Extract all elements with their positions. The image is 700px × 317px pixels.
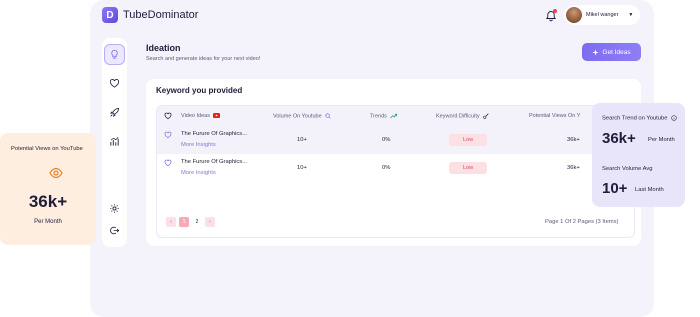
sidebar-item-settings[interactable] [104, 198, 125, 219]
get-ideas-label: Get Ideas [602, 48, 631, 56]
search-volume-label: Search Volume Avg [602, 166, 653, 172]
page-button-2[interactable]: 2 [192, 217, 202, 227]
next-page-button[interactable]: › [205, 217, 215, 227]
column-header-volume: Volume On Youtube [273, 113, 331, 119]
heart-icon[interactable] [164, 159, 172, 167]
pagination: ‹ 1 2 › [166, 217, 215, 227]
search-volume-period: Last Month [635, 187, 664, 193]
search-trend-card: Search Trend on Youtube 36k+ Per Month S… [592, 103, 685, 207]
app-window: D TubeDominator Mikel wanger ▼ Ideation … [90, 0, 654, 317]
notification-bell-icon[interactable] [545, 9, 557, 22]
more-insights-link[interactable]: More Insights [181, 170, 216, 176]
sidebar [102, 38, 127, 247]
key-icon [483, 113, 489, 119]
top-bar: D TubeDominator Mikel wanger ▼ [90, 0, 654, 30]
difficulty-badge: Low [449, 162, 487, 174]
pagination-info: Page 1 Of 2 Pages (3 Items) [545, 219, 619, 225]
card-title: Keyword you provided [156, 86, 243, 95]
page-subtitle: Search and generate ideas for your next … [146, 56, 261, 62]
page-button-1[interactable]: 1 [179, 217, 189, 227]
potential-views-value: 36k+ [567, 137, 580, 143]
column-header-trends: Trends [370, 113, 398, 120]
notification-dot [553, 9, 557, 13]
potential-views-card: Potential Views on YouTube 36k+ Per Mont… [0, 133, 96, 245]
sidebar-item-logout[interactable] [104, 220, 125, 241]
potential-views-value: 36k+ [567, 165, 580, 171]
prev-page-button[interactable]: ‹ [166, 217, 176, 227]
gear-icon [110, 204, 119, 213]
video-idea-title: The Furure Of Graphics... [181, 159, 248, 165]
eye-icon [49, 167, 63, 179]
heart-icon[interactable] [164, 131, 172, 139]
youtube-icon [213, 113, 221, 118]
column-header-label: Keyword Difficulty [436, 113, 480, 120]
column-header-label: Video Ideas [181, 113, 210, 119]
column-header-video-ideas: Video Ideas [181, 113, 221, 119]
brand-logo[interactable]: D TubeDominator [102, 7, 198, 23]
table-header: Video Ideas Volume On Youtube Trends Key… [157, 106, 634, 126]
heart-icon[interactable] [164, 112, 172, 120]
get-ideas-button[interactable]: Get Ideas [582, 43, 641, 61]
sidebar-item-boost[interactable] [104, 102, 125, 123]
difficulty-badge: Low [449, 134, 487, 146]
video-idea-title: The Furure Of Graphics... [181, 131, 248, 137]
rocket-icon [109, 107, 120, 118]
avatar [566, 7, 582, 23]
potential-views-title: Potential Views on YouTube [11, 146, 83, 152]
heart-icon [109, 79, 120, 88]
logo-icon: D [102, 7, 118, 23]
more-insights-link[interactable]: More Insights [181, 142, 216, 148]
potential-views-value: 36k+ [28, 192, 68, 211]
chart-icon [110, 137, 119, 146]
sidebar-item-ideation[interactable] [104, 44, 125, 65]
sidebar-item-analytics[interactable] [104, 131, 125, 152]
sidebar-item-favorites[interactable] [104, 73, 125, 94]
logout-icon [110, 226, 120, 235]
trend-up-icon [390, 113, 398, 119]
search-trend-label-text: Search Trend on Youtube [602, 115, 668, 122]
volume-value: 10+ [297, 137, 307, 143]
column-header-label: Trends [370, 113, 387, 120]
page-title: Ideation [146, 43, 181, 53]
user-name: Mikel wanger [586, 12, 619, 18]
volume-value: 10+ [297, 165, 307, 171]
potential-views-period: Per Month [34, 219, 62, 225]
brand-name: TubeDominator [123, 9, 199, 21]
column-header-label: Volume On Youtube [273, 113, 322, 120]
table-row[interactable]: The Furure Of Graphics... More Insights … [157, 154, 634, 182]
search-trend-period: Per Month [648, 137, 675, 143]
keyword-card: Keyword you provided Video Ideas Volume … [146, 79, 641, 246]
sparkle-icon [592, 48, 600, 56]
keyword-table: Video Ideas Volume On Youtube Trends Key… [156, 105, 635, 238]
info-icon[interactable] [671, 115, 677, 121]
search-trend-label: Search Trend on Youtube [602, 115, 677, 122]
user-menu[interactable]: Mikel wanger ▼ [564, 5, 640, 25]
search-icon [325, 113, 331, 119]
search-trend-value: 36k+ [602, 130, 636, 147]
trend-value: 0% [382, 137, 391, 143]
table-row[interactable]: The Furure Of Graphics... More Insights … [157, 126, 634, 154]
lightbulb-icon [111, 49, 118, 59]
chevron-down-icon: ▼ [628, 12, 634, 18]
search-volume-value: 10+ [602, 180, 628, 197]
column-header-potential-views: Potential Views On Y [529, 113, 581, 119]
trend-value: 0% [382, 165, 391, 171]
column-header-difficulty: Keyword Difficulty [436, 113, 489, 119]
